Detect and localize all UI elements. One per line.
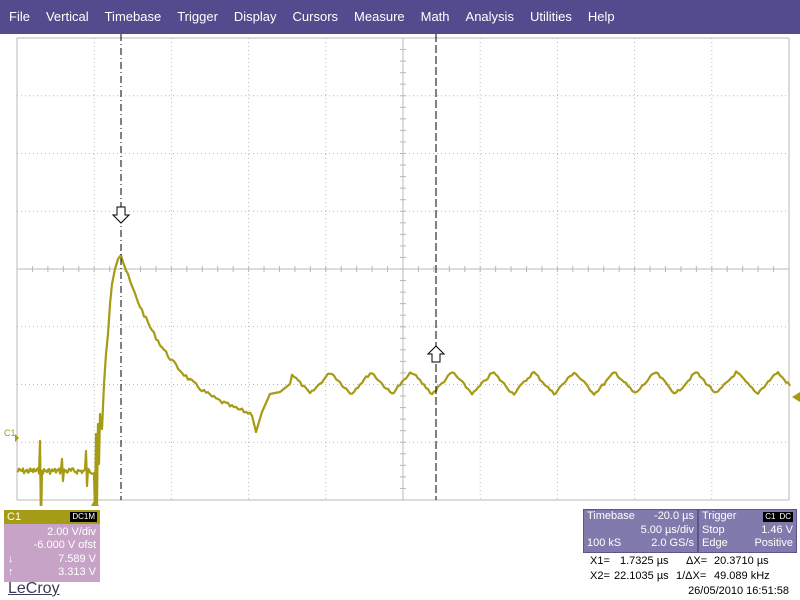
sample-count: 100 kS (587, 537, 622, 549)
trigger-source-badge: C1 DC (763, 510, 793, 523)
trigger-mode: Stop (702, 524, 725, 536)
timebase-title: Timebase (587, 510, 635, 522)
coupling-badge: DC1M (70, 512, 97, 522)
timebase-delay: -20.0 µs (654, 510, 694, 522)
channel-c1-panel[interactable]: C1 DC1M 2.00 V/div -6.000 V ofst ↓ 7.589… (4, 510, 100, 582)
channel-c1-header: C1 DC1M (4, 510, 100, 524)
cursor-x2-marker-icon[interactable] (426, 345, 446, 363)
min-readout: ↑ 3.313 V (8, 566, 96, 578)
arrow-down-icon: ↓ (8, 553, 14, 565)
channel-offset: -6.000 V ofst (33, 539, 96, 551)
lecroy-logo: LeCroy (8, 580, 60, 597)
trigger-level-marker-icon[interactable] (792, 392, 800, 402)
x2-value: 22.1035 µs (614, 570, 669, 582)
volts-per-div: 2.00 V/div (47, 526, 96, 538)
x1-value: 1.7325 µs (620, 555, 669, 567)
graticule (16, 37, 790, 501)
menu-vertical[interactable]: Vertical (37, 0, 96, 34)
timebase-panel[interactable]: Timebase -20.0 µs 5.00 µs/div 100 kS 2.0… (583, 509, 698, 553)
delta-x-label: ΔX= (686, 555, 708, 567)
menu-cursors[interactable]: Cursors (284, 0, 346, 34)
trigger-type: Edge (702, 537, 728, 549)
delta-x-value: 20.3710 µs (714, 555, 769, 567)
waveform-display[interactable]: C1 (0, 34, 800, 506)
trigger-source: C1 (763, 512, 778, 522)
channel-marker-label: C1 (4, 428, 16, 438)
menu-bar: File Vertical Timebase Trigger Display C… (0, 0, 800, 34)
trigger-coupling: DC (777, 512, 793, 522)
date-time: 26/05/2010 16:51:58 (688, 585, 789, 597)
arrow-up-icon: ↑ (8, 566, 14, 578)
menu-file[interactable]: File (0, 0, 37, 34)
menu-utilities[interactable]: Utilities (521, 0, 579, 34)
cursor-x1-marker-icon[interactable] (111, 206, 131, 224)
sample-rate: 2.0 GS/s (651, 537, 694, 549)
menu-math[interactable]: Math (412, 0, 457, 34)
trigger-title: Trigger (702, 510, 737, 522)
max-readout: ↓ 7.589 V (8, 553, 96, 565)
inverse-delta-x-label: 1/ΔX= (676, 570, 707, 582)
menu-analysis[interactable]: Analysis (457, 0, 521, 34)
x2-label: X2= (590, 570, 610, 582)
channel-name: C1 (7, 511, 22, 523)
time-per-div: 5.00 µs/div (640, 524, 694, 536)
waveform-canvas[interactable]: C1 (0, 34, 800, 506)
menu-trigger[interactable]: Trigger (168, 0, 225, 34)
inverse-delta-x-value: 49.089 kHz (714, 570, 770, 582)
menu-measure[interactable]: Measure (345, 0, 412, 34)
x1-label: X1= (590, 555, 610, 567)
min-value: 3.313 V (58, 566, 96, 578)
menu-timebase[interactable]: Timebase (96, 0, 169, 34)
trigger-level: 1.46 V (761, 524, 793, 536)
trigger-slope: Positive (754, 537, 793, 549)
menu-display[interactable]: Display (225, 0, 284, 34)
max-value: 7.589 V (58, 553, 96, 565)
trigger-panel[interactable]: Trigger C1 DC Stop 1.46 V Edge Positive (698, 509, 797, 553)
menu-help[interactable]: Help (579, 0, 622, 34)
